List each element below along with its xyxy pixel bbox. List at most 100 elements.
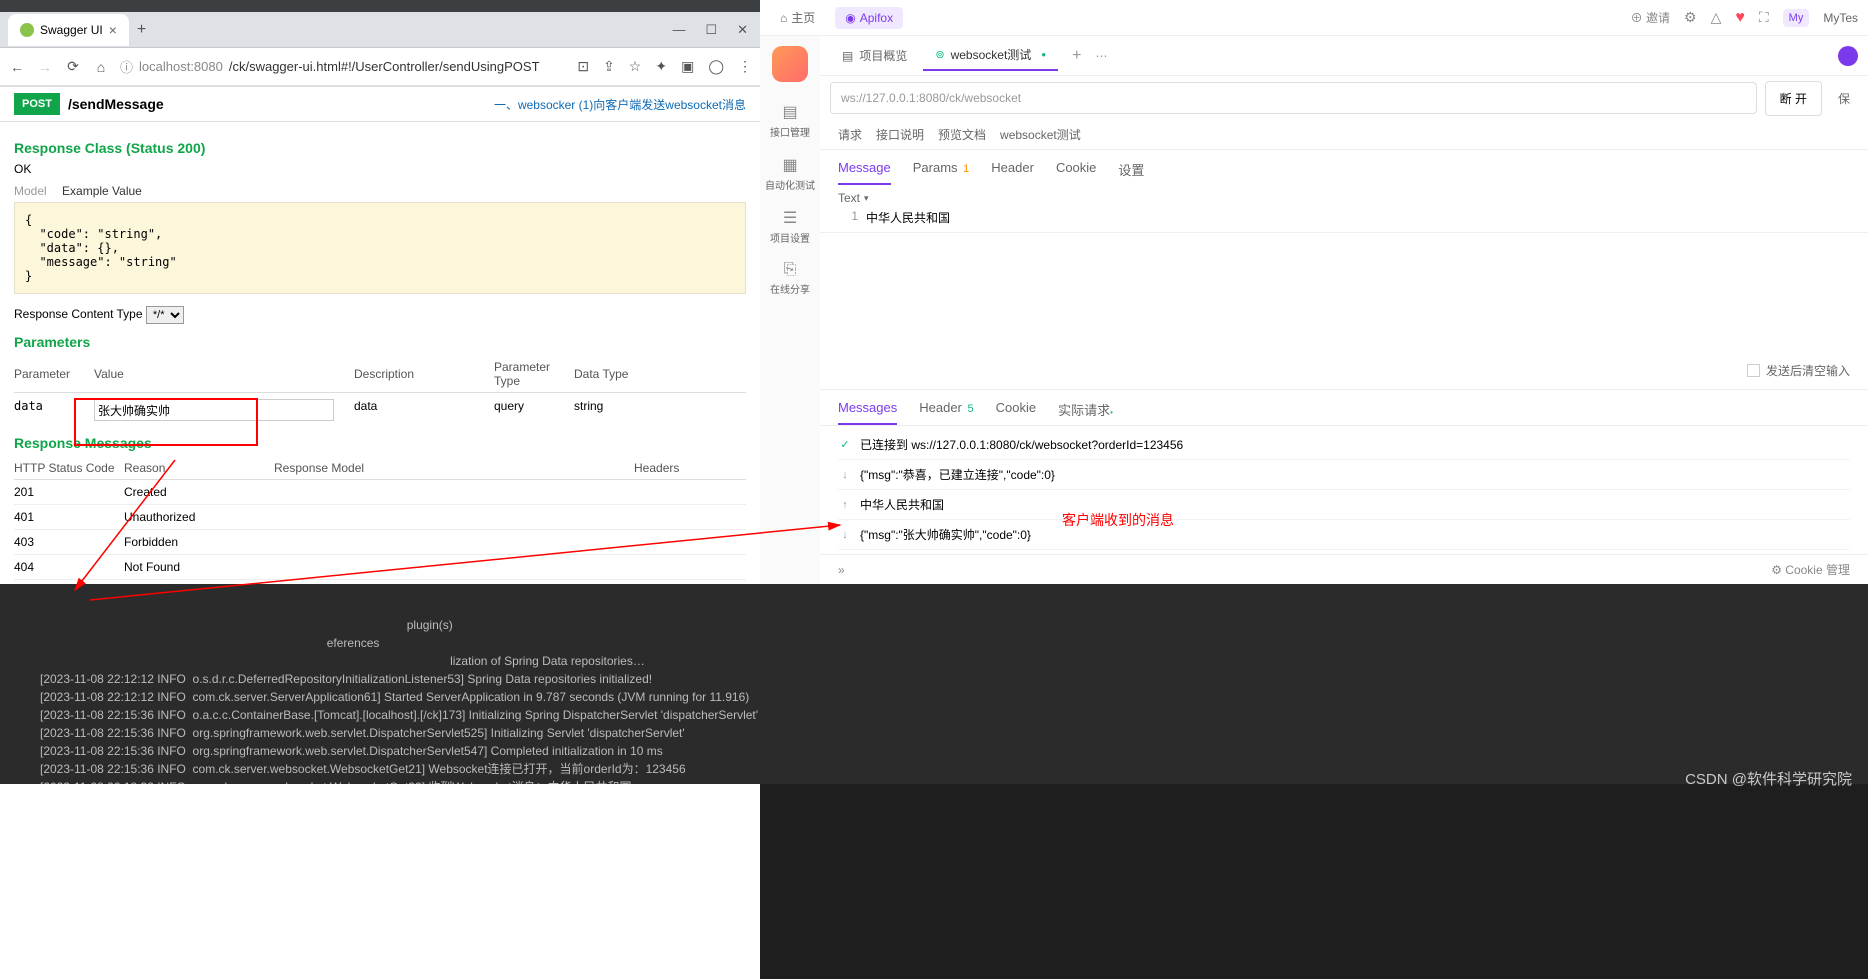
method-badge: POST [14,93,60,115]
subtab-ws-test[interactable]: websocket测试 [1000,126,1081,143]
response-row: 404Not Found [14,555,746,580]
tab-overview[interactable]: ▤项目概览 [830,41,919,70]
panel-icon[interactable]: ▣ [681,58,694,75]
logtab-messages[interactable]: Messages [838,400,897,425]
sidebar-item-proj-settings[interactable]: ☰项目设置 [770,208,810,245]
tab-message[interactable]: Message [838,160,891,185]
subtab-request[interactable]: 请求 [838,126,862,143]
ws-url-input[interactable] [830,82,1757,114]
status-code: 403 [14,530,124,555]
menu-icon[interactable]: ⋮ [738,58,752,75]
swagger-favicon [20,23,34,37]
param-datatype: string [574,393,746,428]
reason: Not Found [124,555,274,580]
browser-toolbar: ← → ⟳ ⌂ ⓘ localhost:8080/ck/swagger-ui.h… [0,48,760,86]
tab-params[interactable]: Params 1 [913,160,970,185]
col-data-type: Data Type [574,356,746,393]
browser-tab[interactable]: Swagger UI × [8,14,129,46]
logtab-header[interactable]: Header 5 [919,400,973,425]
disconnect-button[interactable]: 断 开 [1765,81,1822,116]
add-tab-button[interactable]: + [1062,47,1091,65]
profile-icon[interactable]: ◯ [708,58,724,75]
example-value-tab[interactable]: Example Value [62,184,142,198]
clear-label: 发送后清空输入 [1766,362,1850,379]
bookmark-icon[interactable]: ☆ [629,58,642,75]
col-param-type: Parameter Type [494,356,574,393]
close-icon[interactable]: × [109,22,117,38]
expand-icon[interactable]: » [838,563,845,577]
message-tabs: Message Params 1 Header Cookie 设置 [820,150,1868,185]
close-window-icon[interactable]: ✕ [737,22,748,38]
tab-cookie[interactable]: Cookie [1056,160,1096,185]
operation-summary: 一、websocker (1)向客户端发送websocket消息 [494,96,746,113]
example-json[interactable]: { "code": "string", "data": {}, "message… [14,202,746,294]
cookie-mgmt-link[interactable]: ⚙ Cookie 管理 [1771,561,1850,578]
request-subtabs: 请求 接口说明 预览文档 websocket测试 [820,120,1868,150]
url-bar[interactable]: ⓘ localhost:8080/ck/swagger-ui.html#!/Us… [120,57,567,76]
col-headers: Headers [634,457,746,480]
sidebar-item-auto-test[interactable]: ▦自动化测试 [765,155,815,192]
tab-websocket-test[interactable]: ⊚websocket测试● [923,40,1058,71]
logtab-cookie[interactable]: Cookie [996,400,1036,425]
forward-icon[interactable]: → [36,59,54,75]
log-row[interactable]: ↓{"msg":"张大帅确实帅","code":0} [838,520,1850,550]
model-tab[interactable]: Model [14,184,47,198]
back-icon[interactable]: ← [8,59,26,75]
editor-gutter: 1 [838,209,866,226]
settings-icon[interactable]: ⚙ [1684,9,1697,26]
logtab-actual[interactable]: 实际请求• [1058,400,1113,425]
tab-header[interactable]: Header [991,160,1034,185]
annotation-text: 客户端收到的消息 [1062,510,1174,530]
home-icon[interactable]: ⌂ [92,59,110,75]
subtab-preview[interactable]: 预览文档 [938,126,986,143]
console-output[interactable]: plugin(s) eferences [0,584,1868,784]
my-badge[interactable]: My [1783,9,1810,27]
col-status-code: HTTP Status Code [14,457,124,480]
log-row[interactable]: ↑中华人民共和国 [838,490,1850,520]
maximize-icon[interactable]: ☐ [705,22,717,38]
home-icon: ⌂ [780,11,787,25]
log-row[interactable]: ✓已连接到 ws://127.0.0.1:8080/ck/websocket?o… [838,430,1850,460]
param-value-input[interactable] [94,399,334,421]
operation-header[interactable]: POST /sendMessage 一、websocker (1)向客户端发送w… [0,86,760,122]
message-input[interactable]: 中华人民共和国 [866,209,1850,226]
param-row: data data query string [14,393,746,428]
more-icon[interactable]: ⋯ [1095,49,1107,63]
sidebar-item-api-mgmt[interactable]: ▤接口管理 [770,102,810,139]
log-row[interactable]: ↓{"msg":"恭喜，已建立连接","code":0} [838,460,1850,490]
text-type-selector[interactable]: Text ▾ [838,191,1850,205]
bell-icon[interactable]: △ [1711,9,1722,26]
heart-icon[interactable]: ♥ [1735,9,1745,27]
sidebar-item-share[interactable]: ⎘在线分享 [770,261,810,296]
home-tab[interactable]: ⌂主页 [770,5,825,30]
apifox-tab[interactable]: ◉Apifox [835,7,903,29]
new-tab-button[interactable]: + [137,21,146,39]
browser-window: Swagger UI × + — ☐ ✕ ← → ⟳ ⌂ ⓘ localhost… [0,0,760,979]
minimize-icon[interactable]: — [672,22,685,38]
extensions-icon[interactable]: ✦ [655,58,667,75]
invite-link[interactable]: ⊕ 邀请 [1631,9,1670,26]
env-icon[interactable] [1838,46,1858,66]
response-row: 403Forbidden [14,530,746,555]
url-row: 断 开 保 [820,76,1868,120]
chevron-down-icon: ▾ [864,193,869,204]
reason: Forbidden [124,530,274,555]
test-icon: ▦ [765,155,815,175]
arrow-down-icon: ↓ [838,529,852,541]
ws-icon: ⊚ [935,48,944,61]
maximize-icon[interactable]: ⛶ [1759,9,1769,26]
reload-icon[interactable]: ⟳ [64,58,82,75]
content-type-select[interactable]: */* [146,306,184,324]
status-code: 401 [14,505,124,530]
apifox-window: ⌂主页 ◉Apifox ⊕ 邀请 ⚙ △ ♥ ⛶ My MyTes ▤接口管理 … [760,0,1868,584]
check-icon: ✓ [838,438,852,451]
translate-icon[interactable]: ⊡ [577,58,589,75]
share-icon[interactable]: ⇪ [603,58,615,75]
status-code: 404 [14,555,124,580]
subtab-api-desc[interactable]: 接口说明 [876,126,924,143]
tab-settings[interactable]: 设置 [1118,160,1144,185]
save-button[interactable]: 保 [1830,82,1858,115]
apifox-logo[interactable] [772,46,808,82]
reason: Created [124,480,274,505]
clear-checkbox[interactable] [1747,364,1760,377]
